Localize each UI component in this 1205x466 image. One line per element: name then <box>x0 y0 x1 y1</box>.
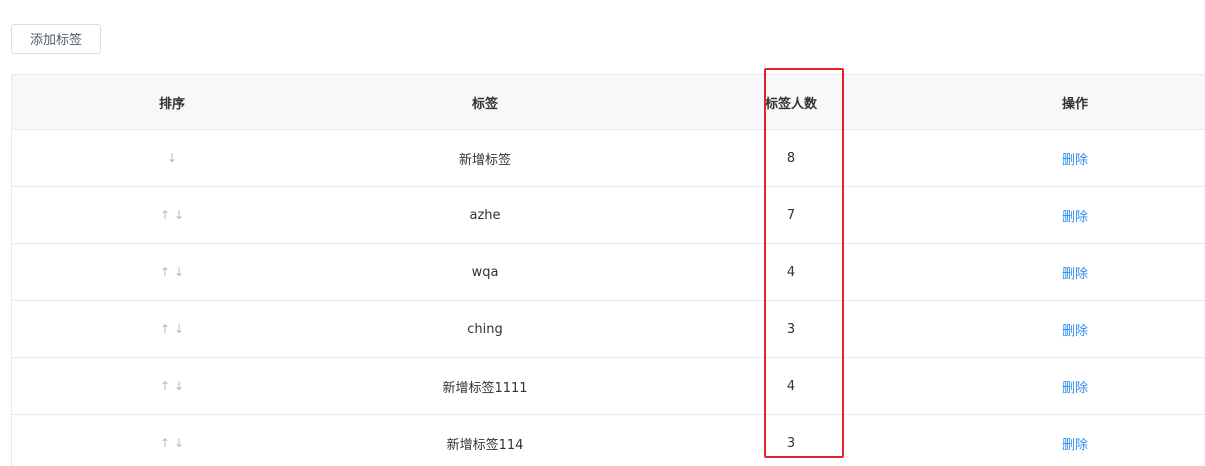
move-down-icon[interactable]: ↓ <box>167 151 177 165</box>
action-cell: 删除 <box>944 187 1205 243</box>
table-row: ↑ ↓ 新增标签1111 4 删除 <box>12 358 1205 415</box>
tag-count-cell: 7 <box>786 207 796 223</box>
delete-link[interactable]: 删除 <box>1062 434 1088 453</box>
sort-cell: ↑ ↓ <box>12 187 332 243</box>
sort-cell: ↑ ↓ <box>12 301 332 357</box>
move-down-icon[interactable]: ↓ <box>174 436 184 450</box>
header-action: 操作 <box>1061 96 1088 112</box>
table-row: ↑ ↓ 新增标签114 3 删除 <box>12 415 1205 466</box>
tag-count-cell: 4 <box>786 264 796 280</box>
header-sort: 排序 <box>158 96 185 112</box>
delete-link[interactable]: 删除 <box>1062 206 1088 225</box>
action-cell: 删除 <box>944 358 1205 414</box>
table-row: ↑ ↓ azhe 7 删除 <box>12 187 1205 244</box>
table-row: ↑ ↓ ching 3 删除 <box>12 301 1205 358</box>
tag-name-cell: wqa <box>471 264 499 280</box>
table-row: ↑ ↓ wqa 4 删除 <box>12 244 1205 301</box>
delete-link[interactable]: 删除 <box>1062 320 1088 339</box>
move-up-icon[interactable]: ↑ <box>160 265 170 279</box>
move-up-icon[interactable]: ↑ <box>160 379 170 393</box>
action-cell: 删除 <box>944 130 1205 186</box>
header-label: 标签 <box>471 96 498 112</box>
table-body: ↓ 新增标签 8 删除 ↑ ↓ azhe 7 删除 ↑ ↓ wqa 4 删除 ↑ ↓ ching 3 删除 ↑ ↓ 新增标… <box>12 130 1205 466</box>
move-down-icon[interactable]: ↓ <box>174 379 184 393</box>
move-up-icon[interactable]: ↑ <box>160 436 170 450</box>
tag-name-cell: 新增标签1111 <box>442 380 528 396</box>
action-cell: 删除 <box>944 301 1205 357</box>
header-count: 标签人数 <box>764 96 817 112</box>
action-cell: 删除 <box>944 244 1205 300</box>
action-cell: 删除 <box>944 415 1205 466</box>
sort-cell: ↑ ↓ <box>12 244 332 300</box>
table-header: 排序 标签 标签人数 操作 <box>12 75 1205 130</box>
tag-name-cell: ching <box>467 321 503 337</box>
tag-count-cell: 4 <box>786 378 796 394</box>
move-up-icon[interactable]: ↑ <box>160 208 170 222</box>
sort-cell: ↑ ↓ <box>12 358 332 414</box>
tag-count-cell: 3 <box>786 321 796 337</box>
delete-link[interactable]: 删除 <box>1062 149 1088 168</box>
add-tag-button[interactable]: 添加标签 <box>11 24 101 54</box>
tag-name-cell: 新增标签114 <box>446 437 524 453</box>
sort-cell: ↓ <box>12 130 332 186</box>
tag-count-cell: 8 <box>786 150 796 166</box>
tag-name-cell: azhe <box>469 207 501 223</box>
move-down-icon[interactable]: ↓ <box>174 208 184 222</box>
move-up-icon[interactable]: ↑ <box>160 322 170 336</box>
delete-link[interactable]: 删除 <box>1062 263 1088 282</box>
sort-cell: ↑ ↓ <box>12 415 332 466</box>
move-down-icon[interactable]: ↓ <box>174 265 184 279</box>
tag-management-page: 添加标签 排序 标签 标签人数 操作 ↓ 新增标签 8 删除 ↑ ↓ azhe 7 删除 ↑ ↓ wq… <box>0 0 1205 466</box>
tag-table: 排序 标签 标签人数 操作 ↓ 新增标签 8 删除 ↑ ↓ azhe 7 删除 ↑ ↓ wqa 4 删除 ↑… <box>11 74 1205 466</box>
table-row: ↓ 新增标签 8 删除 <box>12 130 1205 187</box>
tag-count-cell: 3 <box>786 435 796 451</box>
tag-name-cell: 新增标签 <box>458 152 511 168</box>
move-down-icon[interactable]: ↓ <box>174 322 184 336</box>
delete-link[interactable]: 删除 <box>1062 377 1088 396</box>
